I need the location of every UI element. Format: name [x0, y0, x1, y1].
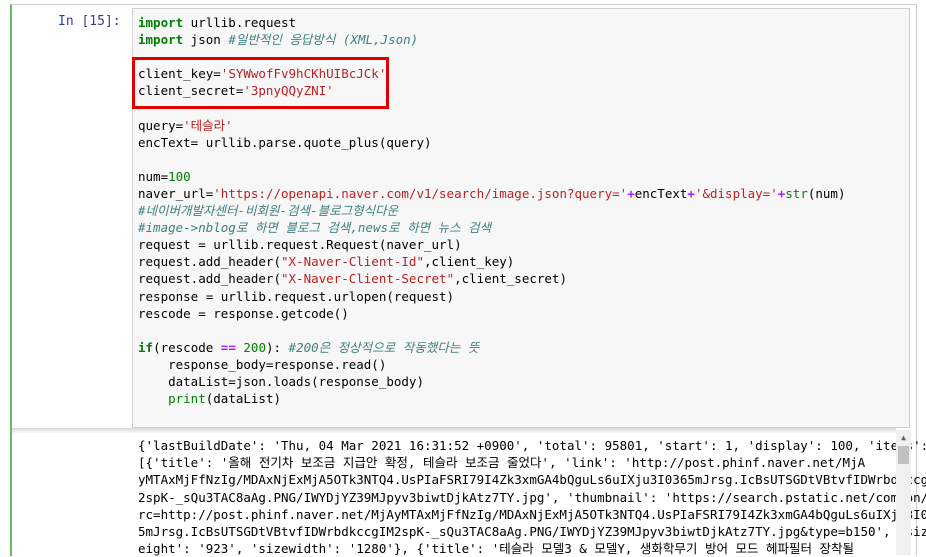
code-token: "X-Naver-Client-Id" [281, 254, 424, 270]
code-line: #네이버개발자센터-비회원-검색-블로그형식다운 [138, 202, 845, 219]
code-token: request.add_header( [138, 254, 281, 270]
output-scrollbar[interactable]: ▲ [896, 430, 911, 555]
code-token: json [183, 32, 229, 48]
code-line: request.add_header("X-Naver-Client-Secre… [138, 270, 845, 287]
scroll-thumb[interactable] [898, 446, 909, 464]
code-line: num=100 [138, 168, 845, 185]
code-token: str [785, 185, 808, 201]
highlight-annotation-box [132, 57, 389, 109]
code-token: '&display=' [694, 185, 778, 201]
code-token: #네이버개발자센터-비회원-검색-블로그형식다운 [138, 203, 399, 219]
code-token: == [220, 339, 236, 355]
output-line: rc=http://post.phinf.naver.net/MjAyMTAxM… [138, 506, 926, 522]
code-token: request.add_header( [138, 271, 281, 287]
code-line: dataList=json.loads(response_body) [138, 373, 845, 390]
output-line: {'lastBuildDate': 'Thu, 04 Mar 2021 16:3… [138, 438, 926, 453]
code-token: ,client_key) [424, 254, 515, 270]
input-prompt: In [15]: [58, 14, 121, 29]
scroll-up-arrow-icon[interactable]: ▲ [896, 430, 911, 445]
code-line: encText= urllib.parse.quote_plus(query) [138, 134, 845, 151]
output-line: yMTAxMjFfNzIg/MDAxNjExMjA5OTk3NTQ4.UsPIa… [138, 472, 926, 488]
code-line: if(rescode == 200): #200은 정상적으로 작동했다는 뜻 [138, 339, 845, 356]
code-token: query= [138, 117, 184, 133]
code-token: (dataList) [205, 391, 282, 407]
code-token: encText [634, 185, 688, 201]
output-line: [{'title': '올해 전기차 보조금 지급안 확정, 테슬라 보조금 줄… [138, 455, 866, 471]
output-line: 5mJrsg.IcBsUTSGDtVBtvfIDWrbdkccgIM2spK-_… [138, 524, 926, 540]
code-token: rescode = response.getcode() [138, 305, 349, 321]
code-token: urllib.request [183, 15, 297, 30]
code-token: ): [265, 339, 289, 355]
code-line: response_body=response.read() [138, 356, 845, 373]
code-token: 200 [243, 339, 266, 355]
code-line: rescode = response.getcode() [138, 305, 845, 322]
code-token: ,client_secret) [454, 271, 567, 287]
code-token: "X-Naver-Client-Secret" [281, 271, 455, 287]
code-line: import urllib.request [138, 14, 845, 31]
code-token: 100 [168, 168, 191, 184]
code-token: #일반적인 응답방식 (XML,Json) [228, 32, 419, 48]
code-token: num= [138, 168, 169, 184]
code-token: response_body=response.read() [138, 356, 387, 372]
output-line: eight': '923', 'sizewidth': '1280'}, {'t… [138, 541, 855, 557]
code-token: #200은 정상적으로 작동했다는 뜻 [288, 339, 480, 355]
code-token: 'https://openapi.naver.com/v1/search/ima… [213, 185, 628, 201]
code-token: + [687, 185, 695, 201]
code-line: request = urllib.request.Request(naver_u… [138, 236, 845, 253]
code-token: import [138, 32, 184, 48]
code-line: import json #일반적인 응답방식 (XML,Json) [138, 31, 845, 48]
code-token: response = urllib.request.urlopen(reques… [138, 288, 455, 304]
code-token: encText= urllib.parse.quote_plus(query) [138, 134, 432, 150]
code-token: + [627, 185, 635, 201]
code-line: query='테슬라' [138, 117, 845, 134]
output-shadow [12, 428, 896, 434]
code-token: print [168, 391, 206, 407]
output-text: {'lastBuildDate': 'Thu, 04 Mar 2021 16:3… [138, 437, 926, 557]
code-line: #image->nblog로 하면 블로그 검색,news로 하면 뉴스 검색 [138, 219, 845, 236]
code-line: print(dataList) [138, 390, 845, 407]
code-token: naver_url= [138, 185, 214, 201]
code-line: naver_url='https://openapi.naver.com/v1/… [138, 185, 845, 202]
code-token: if [138, 339, 154, 355]
code-token: #image->nblog로 하면 블로그 검색,news로 하면 뉴스 검색 [138, 220, 492, 236]
code-token: request = urllib.request.Request(naver_u… [138, 237, 462, 253]
code-token: import [138, 15, 184, 30]
code-token: dataList=json.loads(response_body) [138, 373, 424, 389]
code-token: '테슬라' [183, 117, 233, 133]
code-line: response = urllib.request.urlopen(reques… [138, 288, 845, 305]
code-token: (num) [807, 185, 846, 201]
code-line: request.add_header("X-Naver-Client-Id",c… [138, 253, 845, 270]
code-token: (rescode [153, 339, 221, 355]
output-line: 2spK-_sQu3TAC8aAg.PNG/IWYDjYZ39MJpyv3biw… [138, 489, 926, 505]
